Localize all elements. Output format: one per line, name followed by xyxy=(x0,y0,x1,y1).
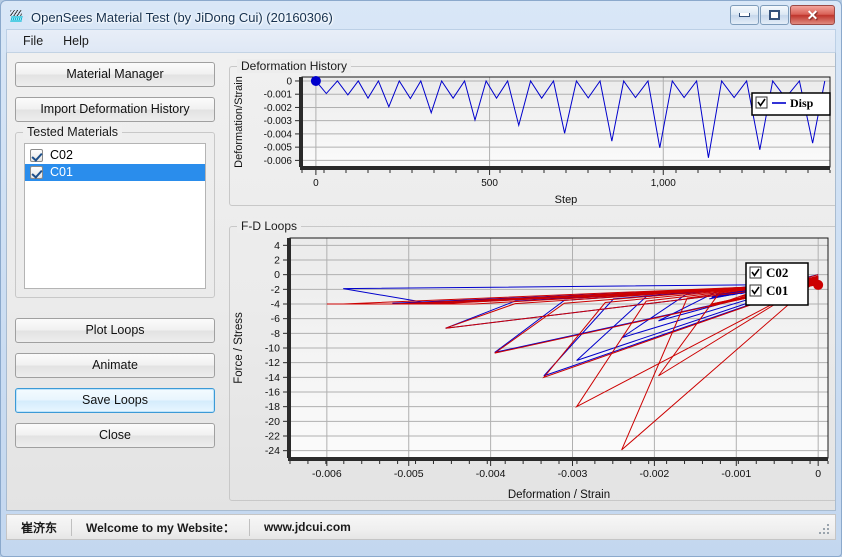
client-area: Material Manager Import Deformation Hist… xyxy=(6,52,836,511)
svg-text:Disp: Disp xyxy=(790,96,814,110)
svg-text:-0.002: -0.002 xyxy=(640,468,670,480)
minimize-icon xyxy=(739,13,750,17)
svg-text:0: 0 xyxy=(274,269,280,281)
svg-text:4: 4 xyxy=(274,240,280,252)
deformation-history-group: Deformation History 0 -0.001 -0.002 -0.003 -… xyxy=(229,59,835,206)
fd-loops-title: F-D Loops xyxy=(237,219,302,233)
plot-loops-button[interactable]: Plot Loops xyxy=(15,318,215,343)
save-loops-button[interactable]: Save Loops xyxy=(15,388,215,413)
svg-text:Deformation / Strain: Deformation / Strain xyxy=(508,489,610,500)
fd-loops-chart[interactable]: 4 2 0 -2 -4 -6 -8 -10 -12 -14 -16 -18 -20 -22 -24 -0.00… xyxy=(230,227,835,500)
minimize-button[interactable] xyxy=(730,5,759,25)
svg-text:Step: Step xyxy=(555,194,578,205)
svg-text:-2: -2 xyxy=(271,284,280,296)
svg-text:Force / Stress: Force / Stress xyxy=(233,312,245,384)
app-icon xyxy=(9,9,25,25)
maximize-button[interactable] xyxy=(760,5,789,25)
checkbox-c01[interactable] xyxy=(30,166,43,179)
svg-text:-10: -10 xyxy=(265,343,280,355)
svg-text:-0.001: -0.001 xyxy=(721,468,751,480)
maximize-icon xyxy=(769,10,780,20)
close-icon: ✕ xyxy=(806,7,819,23)
close-button[interactable]: Close xyxy=(15,423,215,448)
svg-text:-0.004: -0.004 xyxy=(264,129,293,140)
svg-text:2: 2 xyxy=(274,255,280,267)
window-title: OpenSees Material Test (by JiDong Cui) (… xyxy=(31,9,333,25)
menu-bar: File Help xyxy=(6,29,836,52)
svg-text:C02: C02 xyxy=(766,265,788,280)
svg-text:-12: -12 xyxy=(265,357,280,369)
svg-text:-4: -4 xyxy=(271,299,280,311)
svg-text:-0.001: -0.001 xyxy=(264,90,293,101)
svg-text:-0.003: -0.003 xyxy=(558,468,588,480)
svg-text:-14: -14 xyxy=(265,372,280,384)
deformation-history-title: Deformation History xyxy=(237,59,352,73)
svg-text:1,000: 1,000 xyxy=(651,178,676,189)
svg-text:C01: C01 xyxy=(766,283,788,298)
tested-materials-list[interactable]: C02 C01 xyxy=(24,143,206,289)
svg-text:500: 500 xyxy=(481,178,498,189)
resize-grip-icon[interactable] xyxy=(819,524,832,537)
svg-text:-18: -18 xyxy=(265,401,280,413)
svg-text:0: 0 xyxy=(286,76,292,87)
deformation-history-chart[interactable]: 0 -0.001 -0.002 -0.003 -0.004 -0.005 -0.006 0 50… xyxy=(230,67,835,205)
menu-item-help[interactable]: Help xyxy=(55,32,97,50)
tested-materials-group: Tested Materials C02 C01 xyxy=(15,125,215,298)
svg-text:Deformation/Strain: Deformation/Strain xyxy=(233,76,245,168)
svg-text:-0.006: -0.006 xyxy=(312,468,342,480)
left-panel: Material Manager Import Deformation Hist… xyxy=(7,53,223,510)
svg-text:-16: -16 xyxy=(265,387,280,399)
fd-loops-group: F-D Loops 4 2 0 -2 -4 -6 -8 -10 -12 -14 -16 -18 -20 -… xyxy=(229,219,835,501)
svg-text:-24: -24 xyxy=(265,445,280,457)
window-controls: ✕ xyxy=(730,5,835,25)
animate-button[interactable]: Animate xyxy=(15,353,215,378)
svg-text:0: 0 xyxy=(313,178,319,189)
svg-text:-0.004: -0.004 xyxy=(476,468,506,480)
checkbox-c02[interactable] xyxy=(30,149,43,162)
svg-text:-22: -22 xyxy=(265,431,280,443)
svg-text:-0.006: -0.006 xyxy=(264,156,293,167)
list-item-label: C02 xyxy=(50,148,73,162)
import-deformation-history-button[interactable]: Import Deformation History xyxy=(15,97,215,122)
status-bar: 崔济东 Welcome to my Website： www.jdcui.com xyxy=(6,514,836,540)
app-window: OpenSees Material Test (by JiDong Cui) (… xyxy=(0,0,842,557)
svg-text:0: 0 xyxy=(815,468,821,480)
svg-text:-20: -20 xyxy=(265,416,280,428)
svg-text:-0.005: -0.005 xyxy=(394,468,424,480)
list-item-label: C01 xyxy=(50,164,73,181)
tested-materials-label: Tested Materials xyxy=(23,125,123,139)
right-panel: Deformation History 0 -0.001 -0.002 -0.003 -… xyxy=(223,53,835,510)
list-item[interactable]: C02 xyxy=(25,147,205,164)
list-item[interactable]: C01 xyxy=(25,164,205,181)
svg-text:-8: -8 xyxy=(271,328,280,340)
svg-text:-6: -6 xyxy=(271,313,280,325)
svg-text:-0.005: -0.005 xyxy=(264,143,293,154)
svg-text:-0.003: -0.003 xyxy=(264,116,293,127)
close-window-button[interactable]: ✕ xyxy=(790,5,835,25)
svg-text:-0.002: -0.002 xyxy=(264,103,293,114)
menu-item-file[interactable]: File xyxy=(15,32,51,50)
status-website[interactable]: www.jdcui.com xyxy=(250,515,365,539)
title-bar: OpenSees Material Test (by JiDong Cui) (… xyxy=(6,5,836,29)
status-welcome: Welcome to my Website： xyxy=(86,520,235,535)
material-manager-button[interactable]: Material Manager xyxy=(15,62,215,87)
status-author: 崔济东 xyxy=(21,520,58,535)
